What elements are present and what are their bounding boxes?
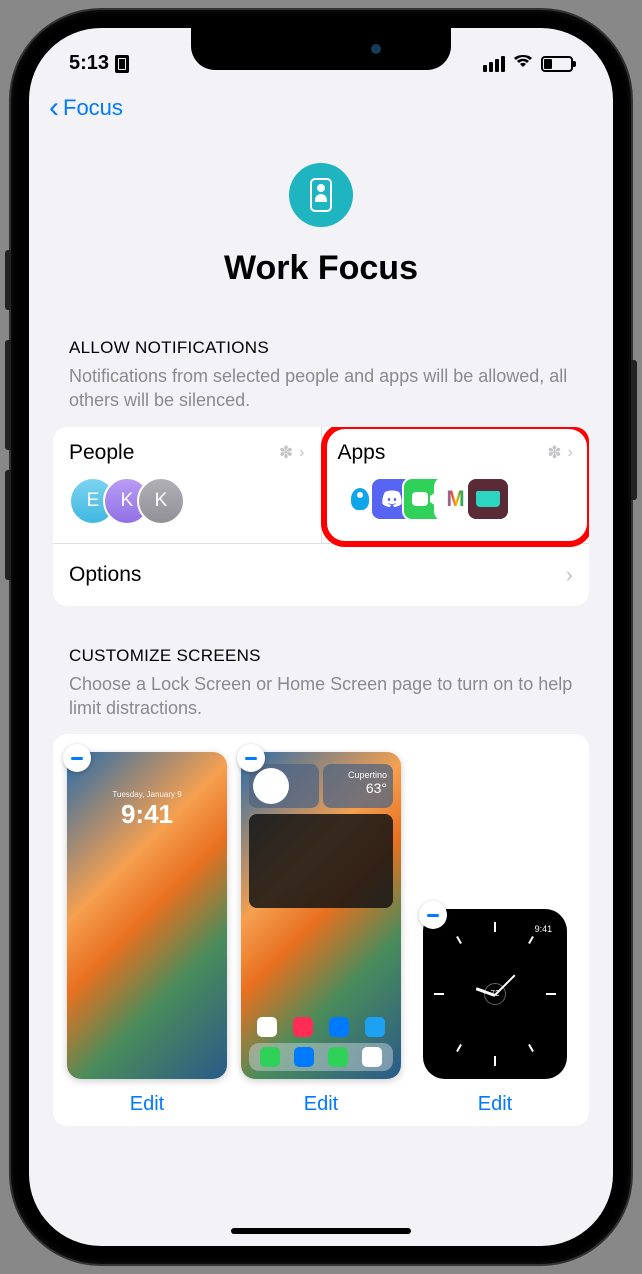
libby-app-icon	[466, 477, 510, 521]
edit-button[interactable]: Edit	[241, 1093, 401, 1116]
edit-button[interactable]: Edit	[415, 1093, 575, 1116]
home-screen-item[interactable]: Cupertino 63°	[241, 752, 401, 1116]
portrait-lock-icon	[115, 55, 129, 73]
notifications-card: People ✽ › E K K	[53, 427, 589, 606]
chevron-right-icon: ›	[568, 444, 573, 462]
focus-header: Work Focus	[29, 143, 613, 338]
verified-icon: ✽	[279, 443, 293, 463]
news-widget-icon	[249, 814, 393, 908]
home-indicator[interactable]	[231, 1228, 411, 1234]
lock-screen-preview: Tuesday, January 9 9:41	[67, 752, 227, 1079]
weather-widget-icon: Cupertino 63°	[323, 764, 393, 808]
section-header: CUSTOMIZE SCREENS	[53, 646, 589, 666]
battery-icon	[541, 56, 573, 72]
app-icons: M	[338, 477, 574, 521]
phone-frame: 5:13 ‹ Focus Work Focu	[11, 10, 631, 1264]
back-label: Focus	[63, 95, 123, 121]
remove-button[interactable]	[237, 744, 265, 772]
power-button	[631, 360, 637, 500]
people-avatars: E K K	[69, 477, 305, 525]
cellular-signal-icon	[483, 56, 505, 72]
wifi-icon	[513, 53, 533, 74]
page-title: Work Focus	[29, 249, 613, 288]
people-label: People	[69, 441, 134, 465]
work-focus-icon	[289, 163, 353, 227]
allow-notifications-section: ALLOW NOTIFICATIONS Notifications from s…	[29, 338, 613, 606]
lock-clock: 9:41	[67, 799, 227, 830]
options-label: Options	[69, 563, 141, 587]
status-time: 5:13	[69, 52, 109, 75]
back-button[interactable]: ‹ Focus	[49, 93, 123, 123]
chevron-left-icon: ‹	[49, 93, 59, 123]
apps-cell[interactable]: Apps ✽ ›	[322, 427, 590, 543]
chevron-right-icon: ›	[566, 562, 573, 588]
lock-date: Tuesday, January 9	[67, 790, 227, 799]
verified-icon: ✽	[547, 443, 561, 463]
customize-screens-section: CUSTOMIZE SCREENS Choose a Lock Screen o…	[29, 646, 613, 1126]
edit-button[interactable]: Edit	[67, 1093, 227, 1116]
options-row[interactable]: Options ›	[53, 543, 589, 606]
nav-bar: ‹ Focus	[29, 83, 613, 143]
avatar: K	[137, 477, 185, 525]
watch-preview: 72	[423, 909, 567, 1078]
screens-card: Tuesday, January 9 9:41 Edit Cupe	[53, 734, 589, 1126]
notch	[191, 28, 451, 70]
apps-label: Apps	[338, 441, 386, 465]
section-header: ALLOW NOTIFICATIONS	[53, 338, 589, 358]
screen: 5:13 ‹ Focus Work Focu	[29, 28, 613, 1246]
section-description: Choose a Lock Screen or Home Screen page…	[53, 672, 589, 721]
clock-widget-icon	[249, 764, 319, 808]
chevron-right-icon: ›	[299, 444, 304, 462]
section-description: Notifications from selected people and a…	[53, 364, 589, 413]
home-screen-preview: Cupertino 63°	[241, 752, 401, 1079]
lock-screen-item[interactable]: Tuesday, January 9 9:41 Edit	[67, 752, 227, 1116]
remove-button[interactable]	[63, 744, 91, 772]
watch-face-item[interactable]: 72 Edit	[415, 909, 575, 1115]
people-cell[interactable]: People ✽ › E K K	[53, 427, 322, 543]
